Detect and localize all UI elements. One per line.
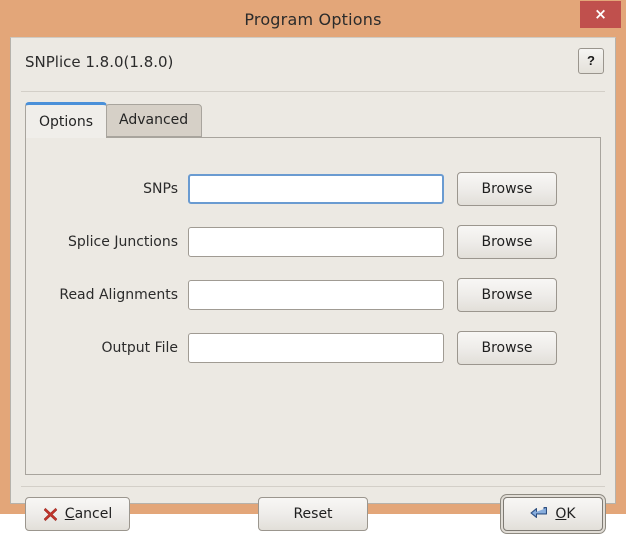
close-icon: × [594, 5, 607, 23]
input-output-file[interactable] [188, 333, 444, 363]
label-output-file: Output File [101, 340, 178, 356]
cancel-button[interactable]: Cancel [25, 497, 130, 531]
label-snps: SNPs [143, 181, 178, 197]
input-splice-junctions[interactable] [188, 227, 444, 257]
dialog-body: SNPlice 1.8.0(1.8.0) ? Options Advanced … [10, 37, 616, 531]
browse-button-snps[interactable]: Browse [457, 172, 557, 206]
ok-button-label: OK [555, 506, 576, 522]
enter-arrow-icon [530, 506, 548, 522]
reset-button[interactable]: Reset [258, 497, 368, 531]
titlebar: Program Options × [0, 0, 626, 40]
bottom-separator [21, 486, 605, 487]
app-header: SNPlice 1.8.0(1.8.0) ? [11, 38, 615, 91]
browse-button-output-file[interactable]: Browse [457, 331, 557, 365]
form-row-snps: SNPs Browse [26, 172, 600, 206]
help-button[interactable]: ? [578, 48, 604, 74]
cancel-button-label: Cancel [64, 506, 113, 522]
tab-options[interactable]: Options [25, 102, 108, 138]
browse-button-read-alignments[interactable]: Browse [457, 278, 557, 312]
input-snps[interactable] [188, 174, 444, 204]
red-x-icon [43, 507, 58, 522]
form-row-read-alignments: Read Alignments Browse [26, 278, 600, 312]
app-name-version: SNPlice 1.8.0(1.8.0) [25, 53, 174, 71]
form-row-output-file: Output File Browse [26, 331, 600, 365]
label-splice-junctions: Splice Junctions [68, 234, 178, 250]
ok-button[interactable]: OK [503, 497, 603, 531]
tab-advanced[interactable]: Advanced [105, 104, 203, 137]
label-read-alignments: Read Alignments [59, 287, 178, 303]
form-row-splice-junctions: Splice Junctions Browse [26, 225, 600, 259]
input-read-alignments[interactable] [188, 280, 444, 310]
dialog-window: Program Options × SNPlice 1.8.0(1.8.0) ?… [0, 0, 626, 531]
tab-bar: Options Advanced [25, 102, 601, 138]
close-button[interactable]: × [580, 1, 621, 28]
header-separator [21, 91, 605, 92]
reset-button-label: Reset [293, 506, 333, 522]
browse-button-splice-junctions[interactable]: Browse [457, 225, 557, 259]
help-icon: ? [587, 53, 595, 68]
window-title: Program Options [244, 10, 382, 29]
button-bar: Cancel Reset OK [11, 490, 615, 545]
tab-panel-options: SNPs Browse Splice Junctions Browse Read… [25, 137, 601, 475]
